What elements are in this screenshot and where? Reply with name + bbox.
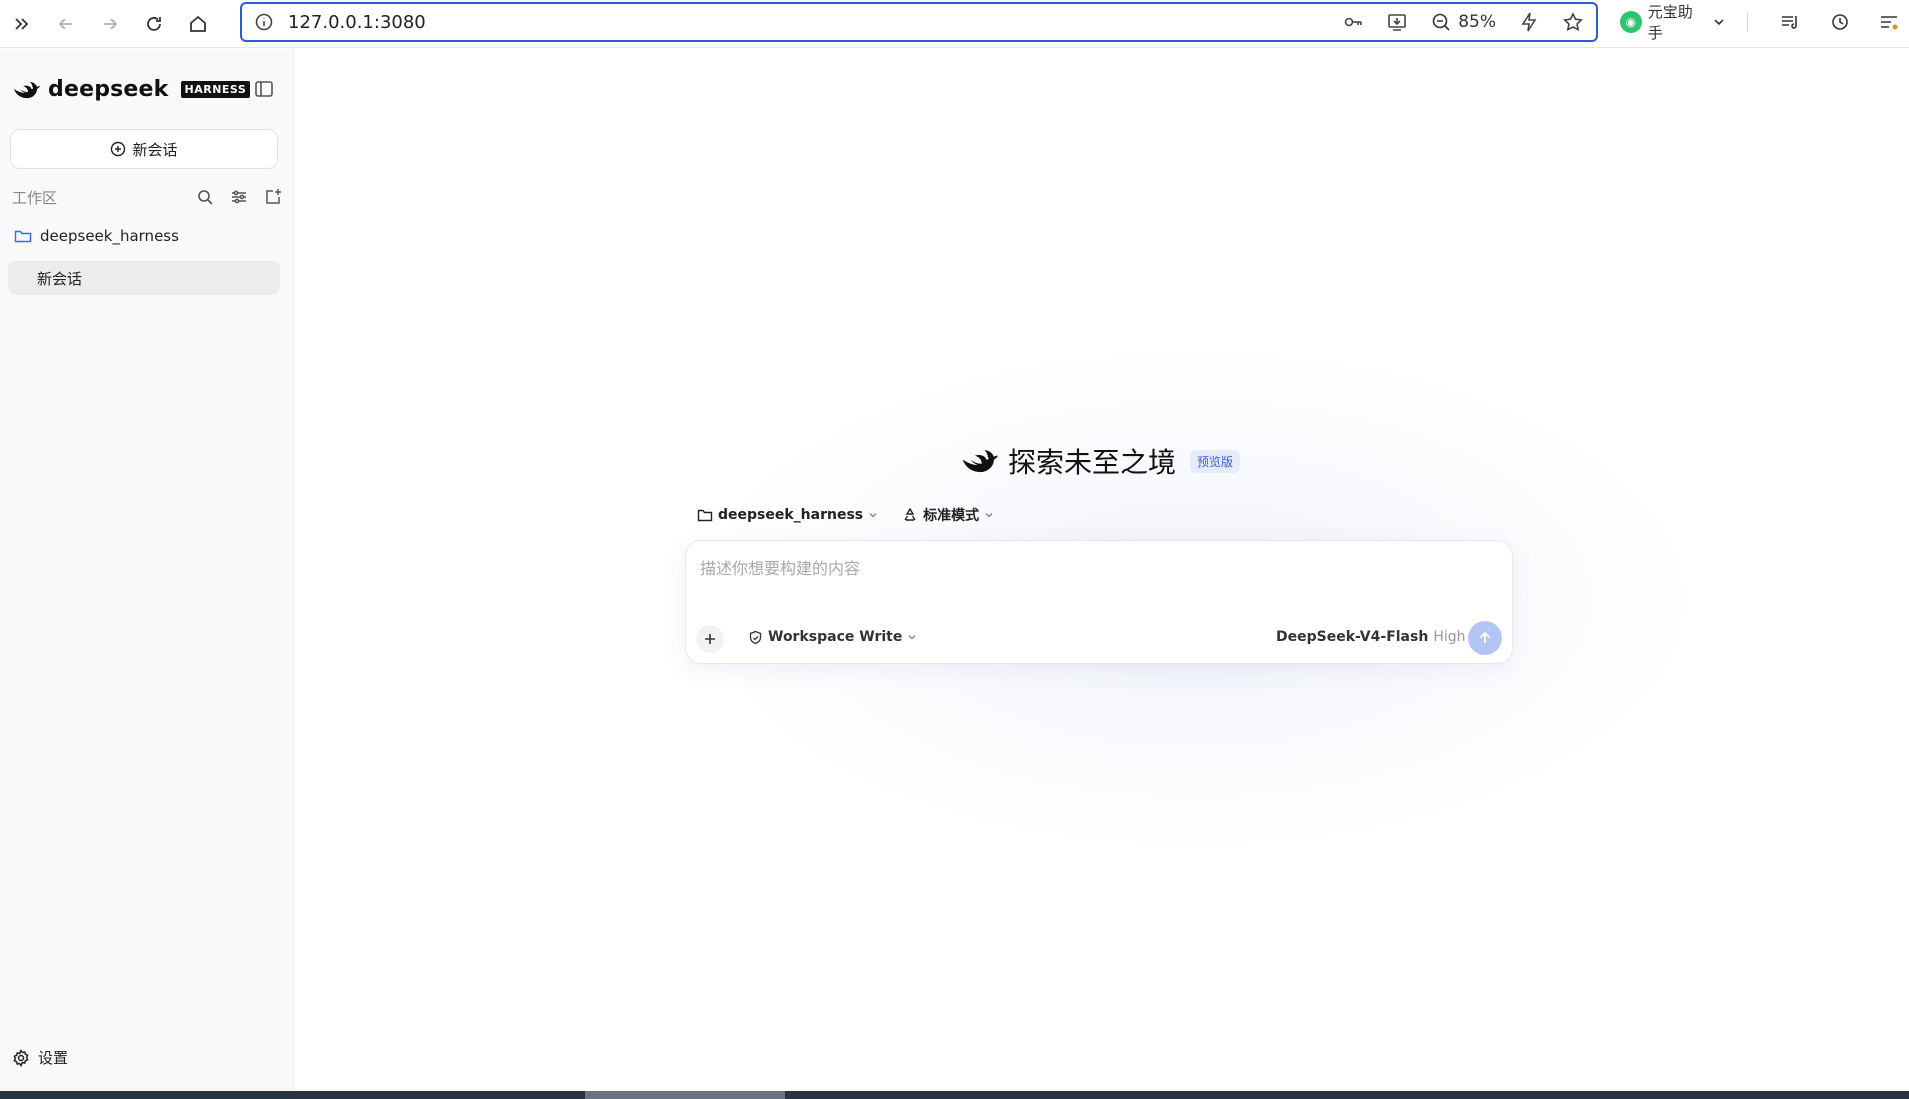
- new-folder-icon[interactable]: [264, 188, 282, 206]
- bookmark-star-icon[interactable]: [1562, 11, 1584, 33]
- home-icon[interactable]: [176, 4, 220, 44]
- site-info-icon[interactable]: [254, 12, 274, 32]
- gear-icon: [13, 1048, 29, 1067]
- brand-logo: deepseek HARNESS: [12, 77, 251, 102]
- model-name: DeepSeek-V4-Flash: [1276, 629, 1429, 645]
- folder-selector-label: deepseek_harness: [718, 507, 864, 523]
- url-text[interactable]: 127.0.0.1:3080: [288, 12, 1342, 33]
- address-bar[interactable]: 127.0.0.1:3080 85%: [240, 2, 1598, 42]
- reasoning-level: High: [1433, 629, 1466, 645]
- workspace-folder[interactable]: deepseek_harness: [14, 227, 179, 245]
- forward-arrow-icon[interactable]: [88, 4, 132, 44]
- permission-label: Workspace Write: [768, 629, 903, 645]
- permission-selector[interactable]: Workspace Write: [748, 629, 917, 645]
- workspace-header: 工作区: [12, 185, 282, 209]
- composer: Workspace Write DeepSeek-V4-Flash High: [685, 540, 1513, 664]
- collapse-sidebar-icon[interactable]: [252, 77, 276, 101]
- arrow-up-icon: [1479, 631, 1491, 643]
- yuanbao-logo-icon: ◉: [1620, 11, 1642, 33]
- mode-selector[interactable]: 标准模式: [902, 505, 994, 525]
- search-icon[interactable]: [196, 188, 214, 206]
- new-chat-button[interactable]: 新会话: [10, 129, 278, 169]
- back-arrow-icon[interactable]: [44, 4, 88, 44]
- hero-heading: 探索未至之境 预览版: [960, 441, 1241, 481]
- history-icon[interactable]: [1820, 2, 1860, 42]
- reading-list-icon[interactable]: [1770, 2, 1810, 42]
- preview-badge: 预览版: [1190, 449, 1241, 473]
- session-item[interactable]: 新会话: [8, 261, 280, 295]
- chevron-down-icon: [908, 635, 916, 640]
- model-selector[interactable]: DeepSeek-V4-Flash High: [1276, 629, 1481, 645]
- folder-icon: [697, 509, 713, 522]
- folder-selector[interactable]: deepseek_harness: [697, 507, 878, 523]
- chevron-down-icon: [985, 513, 993, 518]
- chevron-down-icon: [1714, 19, 1724, 26]
- yuanbao-assistant-button[interactable]: ◉ 元宝助手: [1620, 1, 1725, 43]
- folder-icon: [14, 230, 32, 243]
- zoom-out-icon: [1432, 13, 1450, 31]
- deepseek-whale-icon: [962, 450, 998, 473]
- scroll-thumb[interactable]: [585, 1091, 785, 1099]
- chevron-down-icon: [869, 513, 877, 518]
- main-area: 探索未至之境 预览版 deepseek_harness 标准模式 Workspa…: [295, 49, 1909, 1091]
- yuanbao-label: 元宝助手: [1647, 3, 1693, 42]
- attach-button[interactable]: [696, 625, 724, 653]
- hero-title: 探索未至之境: [1008, 446, 1177, 479]
- brand-tag: HARNESS: [180, 81, 251, 98]
- install-app-icon[interactable]: [1386, 11, 1408, 33]
- sidebar-toggle-chevrons-icon[interactable]: [0, 4, 44, 44]
- plus-icon: [705, 634, 715, 644]
- settings-label: 设置: [38, 1049, 69, 1067]
- toolbar-divider: [1747, 12, 1749, 32]
- mode-selector-label: 标准模式: [923, 508, 980, 524]
- filter-sliders-icon[interactable]: [230, 188, 248, 206]
- settings-button[interactable]: 设置: [12, 1047, 68, 1068]
- reload-icon[interactable]: [132, 4, 176, 44]
- sidebar: deepseek HARNESS 新会话 工作区 deepseek_harnes…: [0, 49, 294, 1091]
- zoom-level: 85%: [1458, 12, 1496, 32]
- brand-name: deepseek: [48, 77, 169, 102]
- recycle-mode-icon: [904, 507, 916, 521]
- key-icon[interactable]: [1342, 11, 1364, 33]
- shield-edit-icon: [749, 630, 762, 644]
- zoom-indicator[interactable]: 85%: [1430, 11, 1496, 33]
- browser-toolbar: 127.0.0.1:3080 85% ◉ 元宝助手: [0, 0, 1909, 48]
- context-selectors: deepseek_harness 标准模式: [697, 505, 994, 525]
- workspace-label: 工作区: [12, 188, 58, 207]
- prompt-input[interactable]: [700, 555, 1480, 595]
- lightning-icon[interactable]: [1518, 11, 1540, 33]
- plus-circle-icon: [111, 141, 126, 157]
- deepseek-whale-icon: [14, 81, 40, 98]
- taskbar-strip: [0, 1091, 1909, 1099]
- new-chat-label: 新会话: [132, 140, 178, 159]
- menu-icon[interactable]: [1869, 2, 1909, 42]
- folder-name: deepseek_harness: [40, 227, 179, 245]
- session-label: 新会话: [37, 269, 83, 288]
- send-button[interactable]: [1468, 621, 1502, 655]
